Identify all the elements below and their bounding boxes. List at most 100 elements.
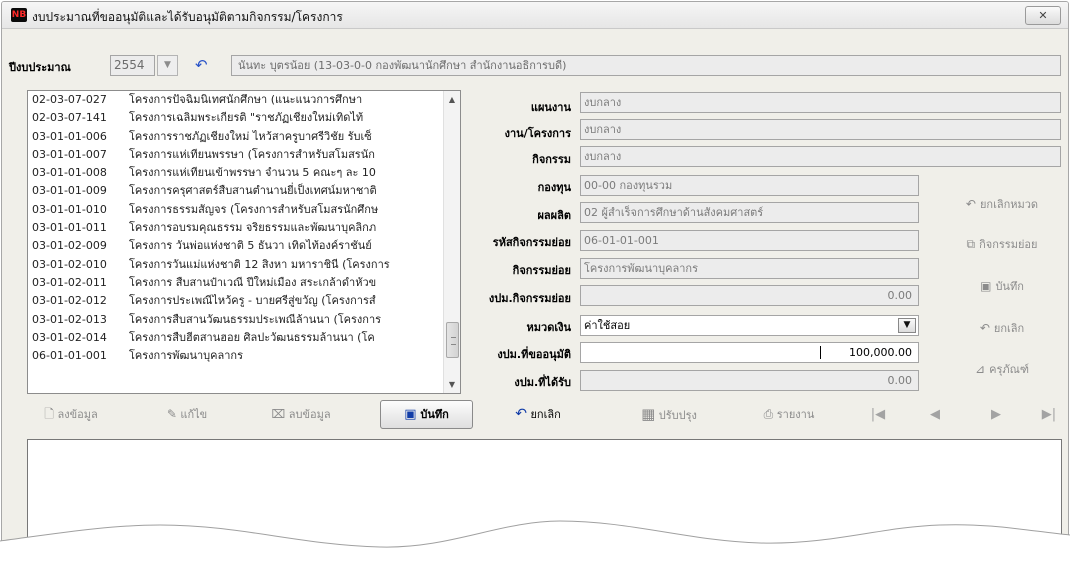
list-item[interactable]: 03-01-01-009 โครงการครุศาสตร์สืบสานตำนานย… xyxy=(28,182,444,200)
category-label: หมวดเงิน xyxy=(526,321,571,334)
project-code: 03-01-01-009 xyxy=(32,184,107,198)
delete-icon: ⌧ xyxy=(271,407,286,421)
project-name: โครงการ วันพ่อแห่งชาติ 5 ธันวา เทิดไท้อง… xyxy=(129,239,372,253)
project-name: โครงการ สืบสานป๋าเวณี ปีใหม่เมือง สระเกล… xyxy=(129,275,377,289)
new-doc-icon: 🗋 xyxy=(44,407,54,421)
undo-icon: ↶ xyxy=(965,197,976,211)
subactivity-button[interactable]: ⧉ กิจกรรมย่อย xyxy=(939,233,1065,255)
next-record-icon[interactable]: ▶ xyxy=(985,400,1007,429)
list-item[interactable]: 03-01-02-010 โครงการวันแม่แห่งชาติ 12 สิง… xyxy=(28,256,444,274)
year-label: ปีงบประมาณ xyxy=(9,61,71,74)
project-label: งาน/โครงการ xyxy=(504,127,571,140)
project-code: 03-01-02-009 xyxy=(32,239,107,253)
project-code: 02-03-07-027 xyxy=(32,93,107,106)
fund-field: 00-00 กองทุนรวม xyxy=(580,175,919,196)
project-name: โครงการวันแม่แห่งชาติ 12 สิงหา มหาราชินี… xyxy=(129,257,390,271)
project-name: โครงการแห่เทียนเข้าพรรษา จำนวน 5 คณะๆ ละ… xyxy=(129,166,376,180)
table-icon: ▦ xyxy=(641,405,656,423)
requested-label: งปม.ที่ขออนุมัติ xyxy=(497,348,571,361)
list-item[interactable]: 03-01-01-008 โครงการแห่เทียนเข้าพรรษา จำน… xyxy=(28,164,444,182)
subactivity-label: กิจกรรมย่อย xyxy=(512,264,571,277)
list-item[interactable]: 03-01-02-011 โครงการ สืบสานป๋าเวณี ปีใหม่… xyxy=(28,274,444,292)
project-name: โครงการพัฒนาบุคลากร xyxy=(129,349,244,363)
plan-field: งบกลาง xyxy=(580,92,1061,113)
list-item[interactable]: 03-01-01-010 โครงการธรรมสัญจร (โครงการสำห… xyxy=(28,201,444,219)
project-code: 03-01-02-013 xyxy=(32,312,107,326)
project-field: งบกลาง xyxy=(580,119,1061,140)
project-name: โครงการประเพณีไหว้ครู - บายศรีสู่ขวัญ (โ… xyxy=(129,294,376,308)
project-code: 03-01-01-010 xyxy=(32,202,107,216)
project-list: 02-03-07-027 โครงการปัจฉิมนิเทศนักศึกษา (… xyxy=(28,91,444,393)
text-cursor xyxy=(820,346,821,359)
subactivity-field: โครงการพัฒนาบุคลากร xyxy=(580,258,919,279)
category-select[interactable]: ค่าใช้สอย ▼ xyxy=(580,315,919,336)
cancel-category-button[interactable]: ↶ ยกเลิกหมวด xyxy=(939,193,1065,215)
list-item[interactable]: 03-01-01-006 โครงการราชภัฏเชียงใหม่ ไหว้ส… xyxy=(28,128,444,146)
last-record-icon[interactable]: ▶| xyxy=(1038,400,1060,429)
first-record-icon[interactable]: |◀ xyxy=(867,400,889,429)
subactivity-code-field: 06-01-01-001 xyxy=(580,230,919,251)
delete-button[interactable]: ⌧ ลบข้อมูล xyxy=(258,400,344,429)
output-field: 02 ผู้สำเร็จการศึกษาด้านสังคมศาสตร์ xyxy=(580,202,919,223)
project-code: 03-01-02-014 xyxy=(32,330,107,344)
side-cancel-button[interactable]: ↶ ยกเลิก xyxy=(939,317,1065,339)
project-code: 03-01-01-011 xyxy=(32,221,107,235)
floppy-icon: ▣ xyxy=(404,407,417,422)
output-label: ผลผลิต xyxy=(537,209,571,222)
requested-value: 100,000.00 xyxy=(849,346,912,359)
durable-goods-button[interactable]: ⊿ ครุภัณฑ์ xyxy=(939,358,1065,380)
list-item[interactable]: 03-01-02-013 โครงการสืบสานวัฒนธรรมประเพณี… xyxy=(28,311,444,329)
activity-label: กิจกรรม xyxy=(532,153,571,166)
scroll-down-icon[interactable]: ▼ xyxy=(444,376,460,393)
project-code: 03-01-02-011 xyxy=(32,275,107,289)
copy-icon: ⧉ xyxy=(966,237,976,251)
project-name: โครงการธรรมสัญจร (โครงการสำหรับสโมสรนักศ… xyxy=(129,202,379,216)
list-scrollbar[interactable]: ▲ ▼ xyxy=(443,91,460,393)
category-value: ค่าใช้สอย xyxy=(584,319,631,332)
activity-field: งบกลาง xyxy=(580,146,1061,167)
undo-icon: ↶ xyxy=(979,321,990,335)
project-name: โครงการสืบฮีตสานฮอย ศิลปะวัฒนธรรมล้านนา … xyxy=(129,330,375,344)
side-save-button[interactable]: ▣ บันทึก xyxy=(939,275,1065,297)
save-button[interactable]: ▣ บันทึก xyxy=(380,400,473,429)
cancel-button[interactable]: ↶ ยกเลิก xyxy=(493,400,583,429)
edit-button[interactable]: ✎ แก้ไข xyxy=(152,400,222,429)
previous-record-icon[interactable]: ◀ xyxy=(924,400,946,429)
year-select[interactable]: 2554 xyxy=(110,55,155,76)
list-item[interactable]: 03-01-01-007 โครงการแห่เทียนพรรษา (โครงกา… xyxy=(28,146,444,164)
undo-icon: ↶ xyxy=(515,406,527,422)
printer-icon: ⎙ xyxy=(763,407,774,421)
list-item[interactable]: 02-03-07-027 โครงการปัจฉิมนิเทศนักศึกษา (… xyxy=(28,91,444,109)
received-budget-field: 0.00 xyxy=(580,370,919,391)
project-name: โครงการแห่เทียนพรรษา (โครงการสำหรับสโมสร… xyxy=(129,147,375,161)
chevron-down-icon: ▼ xyxy=(164,60,171,70)
project-listbox[interactable]: 02-03-07-027 โครงการปัจฉิมนิเทศนักศึกษา (… xyxy=(27,90,461,394)
add-record-button[interactable]: 🗋 ลงข้อมูล xyxy=(32,400,110,429)
list-item[interactable]: 03-01-01-011 โครงการอบรมคุณธรรม จริยธรรมแ… xyxy=(28,219,444,237)
requested-budget-input[interactable]: 100,000.00 xyxy=(580,342,919,363)
year-dropdown-button[interactable]: ▼ xyxy=(157,55,178,76)
sub-budget-label: งปม.กิจกรรมย่อย xyxy=(488,292,571,305)
chevron-down-icon[interactable]: ▼ xyxy=(898,318,916,333)
close-button[interactable]: ✕ xyxy=(1025,6,1061,25)
project-name: โครงการอบรมคุณธรรม จริยธรรมและพัฒนาบุคลิ… xyxy=(129,221,377,235)
project-name: โครงการสืบสานวัฒนธรรมประเพณีล้านนา (โครง… xyxy=(129,312,382,326)
project-name: โครงการราชภัฏเชียงใหม่ ไหว้สาครูบาศรีวิช… xyxy=(129,129,372,143)
list-item[interactable]: 03-01-02-014 โครงการสืบฮีตสานฮอย ศิลปะวัฒ… xyxy=(28,329,444,347)
torn-edge xyxy=(0,520,1070,561)
list-item[interactable]: 03-01-02-009 โครงการ วันพ่อแห่งชาติ 5 ธัน… xyxy=(28,237,444,255)
scroll-up-icon[interactable]: ▲ xyxy=(444,91,460,108)
scroll-thumb[interactable] xyxy=(446,322,459,358)
list-item[interactable]: 02-03-07-141 โครงการเฉลิมพระเกียรติ "ราชภ… xyxy=(28,109,444,127)
window-title: งบประมาณที่ขออนุมัติและได้รับอนุมัติตามก… xyxy=(32,10,343,24)
received-label: งปม.ที่ได้รับ xyxy=(514,376,571,389)
list-item[interactable]: 03-01-02-012 โครงการประเพณีไหว้ครู - บายศ… xyxy=(28,292,444,310)
project-name: โครงการปัจฉิมนิเทศนักศึกษา (แนะแนวการศึก… xyxy=(129,93,363,106)
project-code: 06-01-01-001 xyxy=(32,349,107,363)
update-button[interactable]: ▦ ปรับปรุง xyxy=(617,400,721,429)
undo-icon[interactable]: ↶ xyxy=(195,56,208,74)
main-window: NB งบประมาณที่ขออนุมัติและได้รับอนุมัติต… xyxy=(1,1,1069,560)
list-item[interactable]: 06-01-01-001 โครงการพัฒนาบุคลากร xyxy=(28,347,444,365)
fund-label: กองทุน xyxy=(537,181,571,194)
report-button[interactable]: ⎙ รายงาน xyxy=(748,400,830,429)
